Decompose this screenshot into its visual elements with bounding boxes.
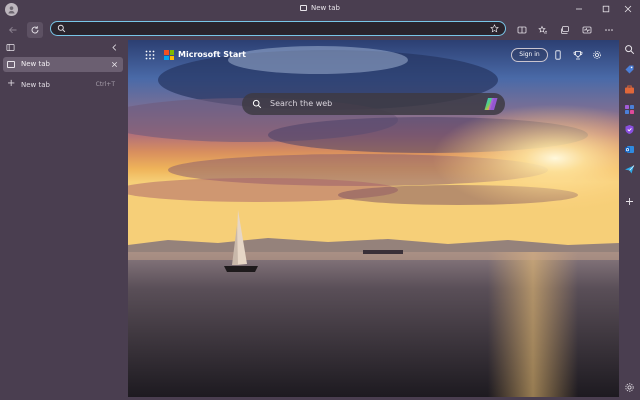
toolbar <box>0 19 640 54</box>
back-button[interactable] <box>5 22 21 38</box>
collections-icon <box>561 26 569 34</box>
sidebar-shopping-button[interactable] <box>623 63 636 76</box>
edge-sidebar <box>619 40 640 400</box>
ntp-header: Microsoft Start Sign in <box>128 40 619 70</box>
sidebar-tools-button[interactable] <box>623 83 636 96</box>
brand-name[interactable]: Microsoft Start <box>178 50 246 59</box>
favorites-star-list-icon <box>538 25 547 34</box>
sidebar-games-button[interactable] <box>623 103 636 116</box>
outlook-icon <box>625 146 634 153</box>
favorite-star-icon[interactable] <box>490 24 499 33</box>
close-tab-icon[interactable] <box>110 60 119 69</box>
sidebar-search-button[interactable] <box>623 43 636 56</box>
web-search-box[interactable]: Search the web <box>242 93 505 115</box>
toolbox-icon <box>625 85 634 94</box>
plus-icon: + <box>7 78 16 89</box>
tab-page-icon <box>7 61 15 68</box>
app-launcher-icon[interactable] <box>145 50 155 60</box>
sidebar-security-button[interactable] <box>623 123 636 136</box>
split-screen-button[interactable] <box>514 22 530 38</box>
collapse-pane-icon[interactable] <box>110 43 119 52</box>
search-icon <box>252 99 262 109</box>
vertical-tabs-pane: New tab + New tab Ctrl+T <box>0 40 128 400</box>
more-menu-button[interactable] <box>601 22 617 38</box>
page-settings-button[interactable] <box>590 48 604 62</box>
browser-essentials-button[interactable] <box>579 22 595 38</box>
sign-in-button[interactable]: Sign in <box>511 48 548 62</box>
close-icon <box>624 5 632 13</box>
plus-icon <box>626 198 633 205</box>
sidebar-add-button[interactable] <box>623 195 636 208</box>
favorites-button[interactable] <box>535 22 551 38</box>
tab-icon <box>300 5 307 11</box>
split-screen-icon <box>517 26 527 34</box>
close-window-button[interactable] <box>617 2 639 16</box>
trophy-icon <box>573 51 583 60</box>
sidebar-outlook-button[interactable] <box>623 143 636 156</box>
tab-new-tab[interactable]: New tab <box>3 57 123 72</box>
address-bar[interactable] <box>50 21 506 36</box>
window-title: New tab <box>0 4 640 12</box>
paper-plane-icon <box>625 165 635 174</box>
title-bar: New tab <box>0 0 640 19</box>
tab-label: New tab <box>21 60 50 68</box>
microsoft-logo-icon <box>164 50 174 60</box>
minimize-button[interactable] <box>568 2 590 16</box>
refresh-button[interactable] <box>27 22 43 38</box>
maximize-button[interactable] <box>595 2 617 16</box>
phone-icon <box>555 50 561 60</box>
sidebar-send-button[interactable] <box>623 163 636 176</box>
new-tab-shortcut: Ctrl+T <box>95 81 115 88</box>
arrow-left-icon <box>8 26 17 34</box>
shield-icon <box>625 125 634 134</box>
minimize-icon <box>576 8 582 10</box>
new-tab-label: New tab <box>21 81 50 89</box>
sidebar-settings-button[interactable] <box>623 381 636 394</box>
address-input[interactable] <box>71 23 471 34</box>
refresh-icon <box>31 26 39 34</box>
search-icon <box>57 24 66 33</box>
profile-avatar-icon[interactable] <box>5 3 18 16</box>
new-tab-button[interactable]: + New tab Ctrl+T <box>3 77 123 92</box>
ellipsis-icon <box>605 29 613 31</box>
search-placeholder: Search the web <box>270 99 333 108</box>
tag-icon <box>625 65 634 74</box>
gear-icon <box>593 51 601 59</box>
tab-actions-icon[interactable] <box>6 43 15 52</box>
copilot-search-icon[interactable] <box>483 96 499 112</box>
maximize-icon <box>602 5 610 13</box>
collections-button[interactable] <box>557 22 573 38</box>
games-pieces-icon <box>625 105 634 114</box>
mobile-button[interactable] <box>551 48 565 62</box>
rewards-button[interactable] <box>571 48 585 62</box>
search-icon <box>625 45 635 55</box>
gear-icon <box>625 383 634 392</box>
heart-pulse-icon <box>582 26 592 34</box>
new-tab-page: Microsoft Start Sign in Search the web <box>128 40 619 397</box>
vertical-tabs-header <box>0 40 128 56</box>
